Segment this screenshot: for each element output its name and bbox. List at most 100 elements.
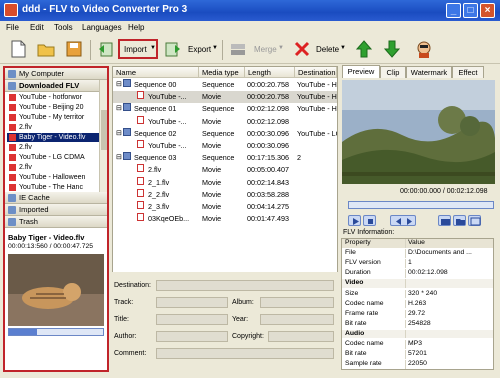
delete-icon[interactable]: [292, 39, 312, 59]
col-length[interactable]: Length: [245, 67, 295, 78]
delete-button[interactable]: Delete: [316, 45, 339, 54]
downloaded-flv-header[interactable]: Downloaded FLV: [5, 80, 107, 92]
downloaded-flv-label: Downloaded FLV: [19, 81, 80, 90]
import-button[interactable]: Import ▼: [118, 39, 158, 59]
list-scrollbar[interactable]: [99, 80, 107, 192]
frame-step-button[interactable]: [390, 215, 416, 226]
table-row[interactable]: 2.flv Movie 00:05:00.407: [113, 164, 337, 176]
list-item[interactable]: YouTube - The Hanc: [7, 183, 101, 192]
preview-slider[interactable]: [348, 201, 494, 209]
menu-help[interactable]: Help: [128, 23, 144, 32]
tab-effect[interactable]: Effect: [452, 66, 484, 78]
comment-field[interactable]: [156, 348, 334, 359]
collapse-toggle-icon[interactable]: ⊟: [116, 79, 122, 91]
move-down-icon[interactable]: [382, 39, 402, 59]
collapse-toggle-icon[interactable]: ⊟: [116, 128, 122, 140]
property-group-row: Audio: [342, 329, 493, 339]
open-folder-icon[interactable]: [36, 39, 56, 59]
play-button[interactable]: [348, 215, 361, 226]
list-item-selected[interactable]: Baby Tiger - Video.flv: [7, 133, 101, 142]
table-row[interactable]: YouTube -... Movie 00:00:30.096: [113, 140, 337, 152]
table-row[interactable]: YouTube -... Movie 00:00:20.758 YouTube - H: [113, 91, 337, 104]
export-button[interactable]: Export: [188, 45, 211, 54]
import-label: Import: [124, 45, 147, 54]
destination-field[interactable]: [156, 280, 334, 291]
menu-tools[interactable]: Tools: [54, 23, 73, 32]
snapshot-folder-button[interactable]: [453, 215, 466, 226]
col-media-type[interactable]: Media type: [199, 67, 245, 78]
close-button[interactable]: ×: [480, 3, 495, 18]
tab-preview[interactable]: Preview: [342, 65, 380, 78]
snapshot-button[interactable]: [438, 215, 451, 226]
column-divider: [405, 350, 406, 359]
ie-cache-header[interactable]: IE Cache: [5, 192, 107, 204]
list-item[interactable]: 2.flv: [7, 143, 101, 152]
year-field[interactable]: [260, 314, 334, 325]
move-up-icon[interactable]: [354, 39, 374, 59]
sequence-icon: [123, 127, 131, 136]
table-row[interactable]: YouTube -... Movie 00:02:12.098: [113, 115, 337, 128]
album-field[interactable]: [260, 297, 334, 308]
scrollbar-thumb[interactable]: [101, 110, 107, 150]
fullscreen-button[interactable]: [468, 215, 481, 226]
import-icon[interactable]: [96, 39, 116, 59]
my-computer-header[interactable]: My Computer: [5, 68, 107, 80]
preview-time: 00:00:13:560 / 00:00:47.725: [8, 243, 94, 250]
list-item[interactable]: YouTube - LG CDMA: [7, 153, 101, 162]
track-field[interactable]: [156, 297, 228, 308]
merge-icon[interactable]: [228, 39, 248, 59]
list-item[interactable]: YouTube - Beijing 20: [7, 103, 101, 112]
maximize-button[interactable]: □: [463, 3, 478, 18]
table-row[interactable]: 2_1.flv Movie 00:02:14.843: [113, 176, 337, 189]
cell-length: 00:00:20.758: [247, 80, 289, 89]
help-avatar-icon[interactable]: [414, 39, 434, 59]
table-row[interactable]: ⊟ Sequence 01 Sequence 00:02:12.098 YouTube …: [113, 103, 337, 115]
list-item-label: YouTube - LG CDMA: [19, 154, 85, 161]
preview-seek-bar[interactable]: [8, 328, 104, 336]
col-name[interactable]: Name: [113, 67, 199, 78]
imported-header[interactable]: Imported: [5, 204, 107, 216]
stop-button[interactable]: [363, 215, 376, 226]
list-item[interactable]: 2.flv: [7, 123, 101, 132]
author-field[interactable]: [156, 331, 228, 342]
property-value: 254828: [408, 319, 431, 327]
movie-icon: [137, 176, 144, 185]
column-divider: [405, 239, 406, 248]
collapse-toggle-icon[interactable]: ⊟: [116, 103, 122, 115]
toolbar: Import ▼ Export ▼ Merge ▼ Delete ▼: [0, 35, 500, 64]
trash-header[interactable]: Trash: [5, 216, 107, 228]
menu-edit[interactable]: Edit: [30, 23, 44, 32]
play-icon: [353, 218, 359, 225]
list-item[interactable]: YouTube - hotforwor: [7, 93, 101, 102]
collapse-toggle-icon[interactable]: ⊟: [116, 152, 122, 164]
table-row[interactable]: ⊟ Sequence 02 Sequence 00:00:30.096 YouTube …: [113, 127, 337, 140]
copyright-field[interactable]: [268, 331, 334, 342]
list-item-label: YouTube - Beijing 20: [19, 104, 84, 111]
table-row[interactable]: 2_3.flv Movie 00:04:14.275: [113, 201, 337, 213]
minimize-button[interactable]: _: [446, 3, 461, 18]
menu-languages[interactable]: Languages: [82, 23, 122, 32]
col-destination[interactable]: Destination: [295, 67, 337, 78]
property-row: Frame rate 29.72: [342, 309, 493, 319]
tab-clip[interactable]: Clip: [380, 66, 406, 78]
cell-media-type: Sequence: [202, 80, 235, 89]
tab-watermark[interactable]: Watermark: [406, 66, 452, 78]
merge-button[interactable]: Merge: [254, 45, 277, 54]
cell-media-type: Movie: [202, 214, 222, 224]
menu-file[interactable]: File: [6, 23, 19, 32]
column-divider: [405, 309, 406, 319]
list-item[interactable]: YouTube - Halloween: [7, 173, 101, 182]
list-item[interactable]: YouTube - My territor: [7, 113, 101, 122]
table-row[interactable]: 2_2.flv Movie 00:03:58.288: [113, 188, 337, 201]
new-file-icon[interactable]: [8, 39, 28, 59]
save-icon[interactable]: [64, 39, 84, 59]
list-item[interactable]: 2.flv: [7, 163, 101, 172]
export-icon[interactable]: [162, 39, 182, 59]
cell-media-type: Sequence: [202, 128, 235, 138]
table-row[interactable]: ⊟ Sequence 00 Sequence 00:00:20.758 YouTube …: [113, 79, 337, 91]
property-key: Video: [345, 279, 364, 287]
table-row[interactable]: 03KqeOEb... Movie 00:01:47.493: [113, 213, 337, 225]
title-field[interactable]: [156, 314, 228, 325]
cell-length: 00:04:14.275: [247, 202, 289, 211]
table-row[interactable]: ⊟ Sequence 03 Sequence 00:17:15.306 2: [113, 152, 337, 164]
